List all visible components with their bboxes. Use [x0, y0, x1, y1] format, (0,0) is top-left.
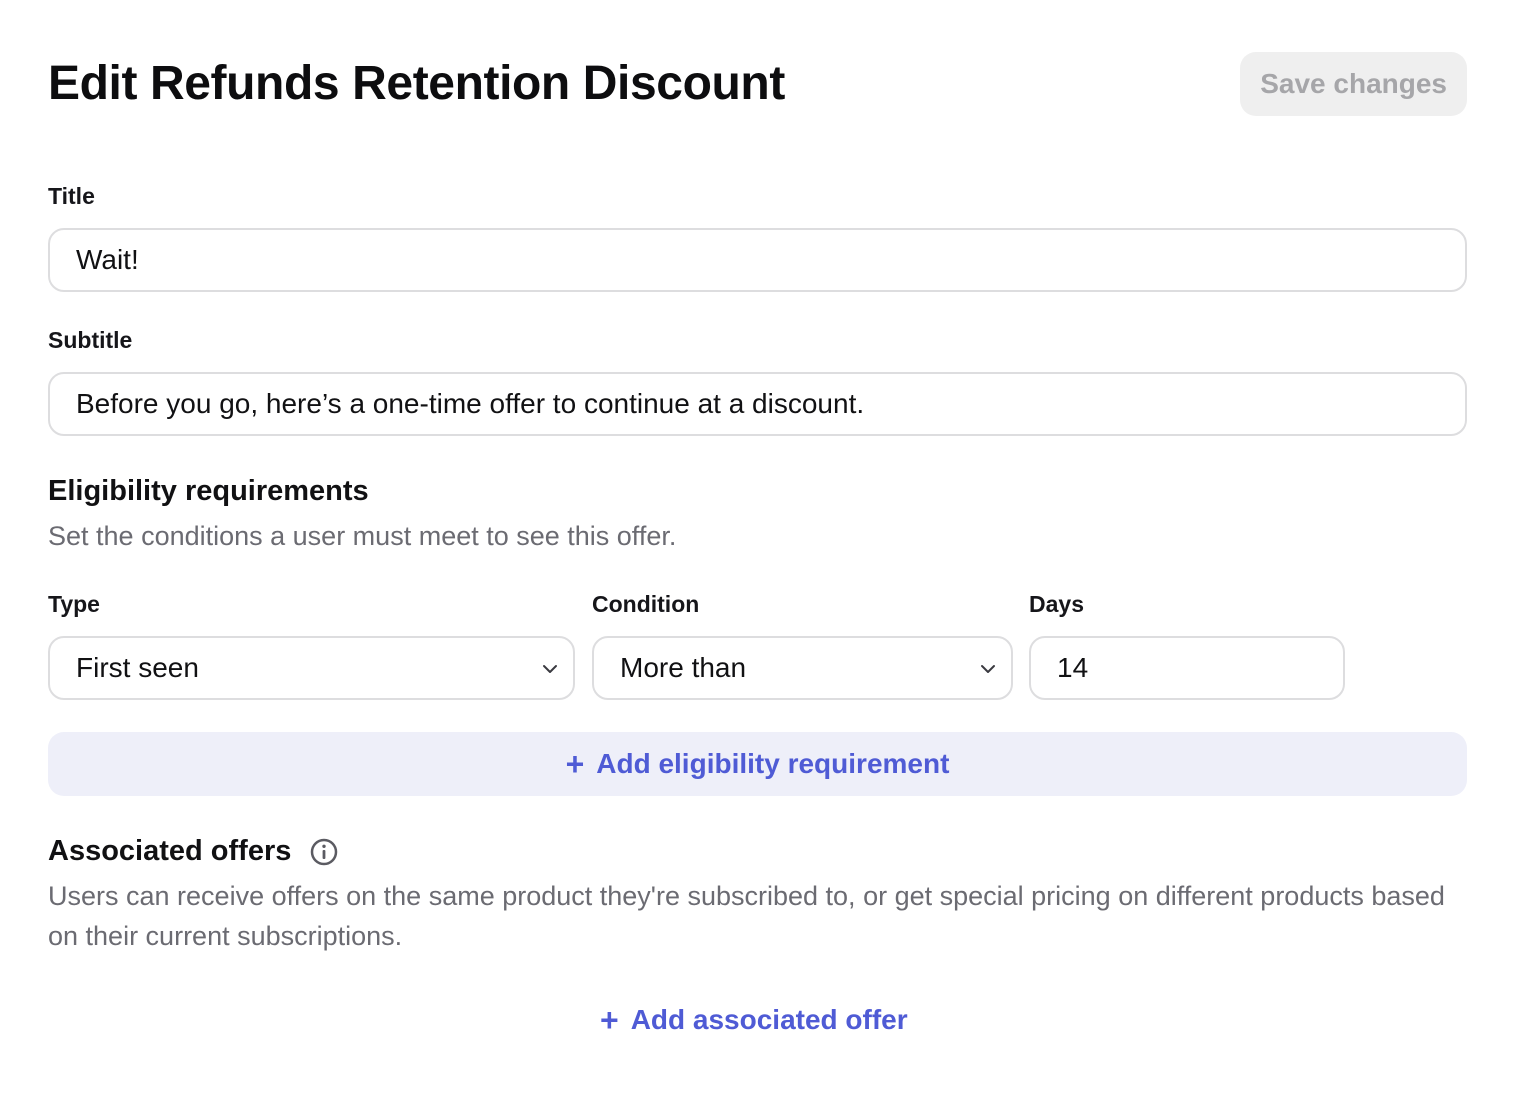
type-label: Type — [48, 591, 100, 617]
chevron-down-icon — [543, 665, 557, 673]
condition-label: Condition — [592, 591, 700, 617]
associated-offers-heading: Associated offers — [48, 835, 292, 867]
type-select[interactable]: First seen — [48, 636, 575, 700]
add-associated-offer-label: Add associated offer — [630, 1004, 908, 1035]
save-changes-button[interactable]: Save changes — [1240, 52, 1467, 116]
associated-offers-description: Users can receive offers on the same pro… — [48, 881, 1445, 951]
eligibility-description: Set the conditions a user must meet to s… — [48, 521, 677, 551]
days-input[interactable] — [1029, 636, 1345, 700]
eligibility-heading: Eligibility requirements — [48, 475, 369, 507]
subtitle-input[interactable] — [48, 372, 1467, 436]
title-input[interactable] — [48, 228, 1467, 292]
subtitle-label: Subtitle — [48, 327, 133, 353]
add-eligibility-requirement-button[interactable]: + Add eligibility requirement — [48, 732, 1467, 796]
page-title: Edit Refunds Retention Discount — [48, 57, 785, 110]
condition-select-value: More than — [620, 652, 747, 683]
days-label: Days — [1029, 591, 1084, 617]
title-label: Title — [48, 183, 95, 209]
add-associated-offer-button[interactable]: + Add associated offer — [600, 1000, 908, 1040]
info-icon[interactable] — [310, 838, 338, 866]
plus-icon: + — [600, 1002, 619, 1038]
chevron-down-icon — [981, 665, 995, 673]
plus-icon: + — [565, 746, 585, 782]
condition-select[interactable]: More than — [592, 636, 1013, 700]
add-eligibility-requirement-label: Add eligibility requirement — [596, 748, 950, 779]
page-header: Edit Refunds Retention Discount Save cha… — [48, 52, 1467, 116]
type-select-value: First seen — [76, 652, 199, 683]
